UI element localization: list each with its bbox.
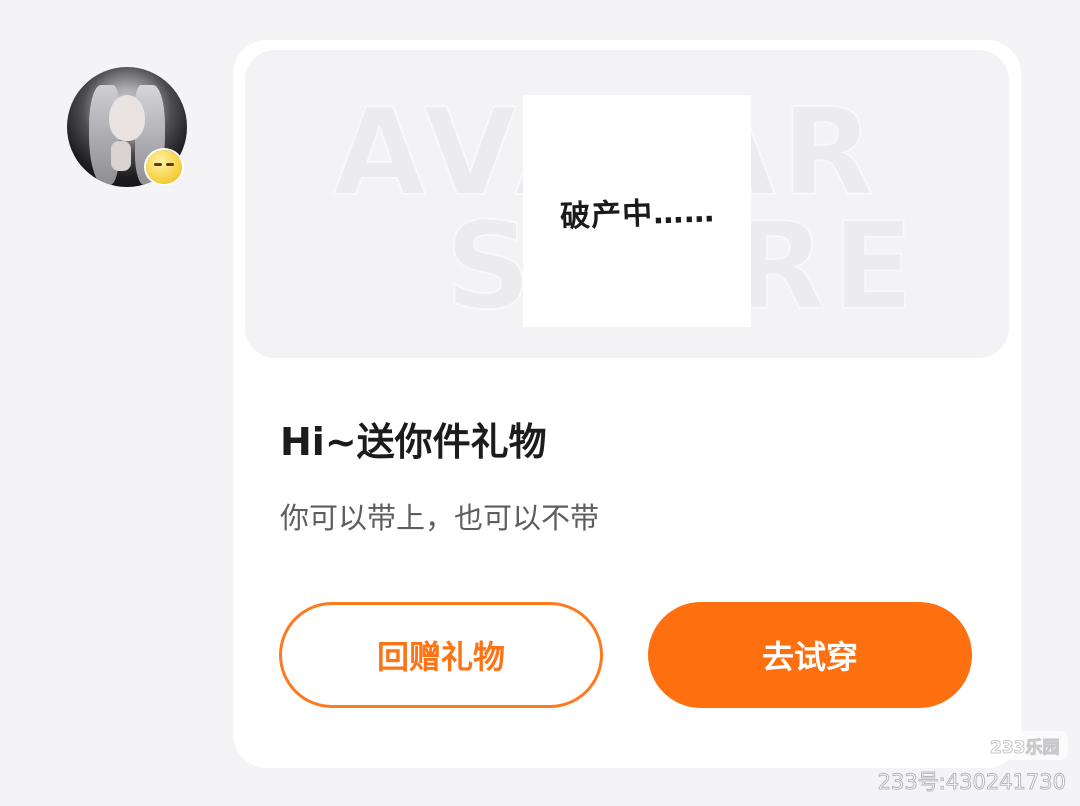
gift-image-caption: 破产中…… xyxy=(559,194,716,235)
avatar-hand xyxy=(111,141,131,171)
chat-screen: AVATAR STORE 破产中…… Hi~送你件礼物 你可以带上，也可以不带 … xyxy=(0,0,1080,806)
try-on-button[interactable]: 去试穿 xyxy=(648,602,972,708)
gift-title: Hi~送你件礼物 xyxy=(280,420,547,464)
site-id-watermark: 233号:430241730 xyxy=(877,770,1066,795)
site-logo-watermark: 233乐园 xyxy=(982,731,1068,760)
smiley-emoji-icon xyxy=(146,150,182,184)
gift-message-card: AVATAR STORE 破产中…… Hi~送你件礼物 你可以带上，也可以不带 … xyxy=(233,40,1021,768)
gift-image[interactable]: 破产中…… xyxy=(523,95,751,327)
return-gift-button[interactable]: 回赠礼物 xyxy=(279,602,603,708)
gift-subtitle: 你可以带上，也可以不带 xyxy=(280,501,600,535)
gift-banner: AVATAR STORE 破产中…… xyxy=(245,50,1009,358)
avatar-face xyxy=(109,95,145,141)
